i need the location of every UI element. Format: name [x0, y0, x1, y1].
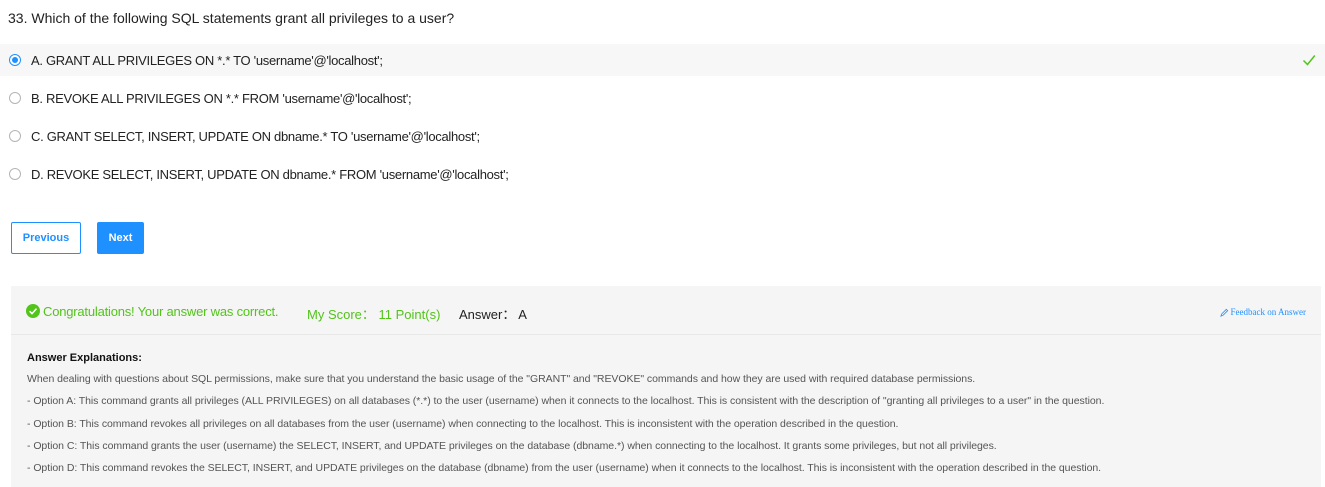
- option-c[interactable]: C. GRANT SELECT, INSERT, UPDATE ON dbnam…: [0, 120, 1325, 152]
- feedback-link[interactable]: Feedback on Answer: [1219, 307, 1306, 317]
- score-text: My Score： 11 Point(s): [307, 307, 441, 322]
- option-d[interactable]: D. REVOKE SELECT, INSERT, UPDATE ON dbna…: [0, 158, 1325, 190]
- answer-options: A. GRANT ALL PRIVILEGES ON *.* TO 'usern…: [0, 44, 1325, 196]
- answer-explanations: Answer Explanations: When dealing with q…: [27, 352, 1307, 484]
- option-a-label: A. GRANT ALL PRIVILEGES ON *.* TO 'usern…: [31, 52, 383, 68]
- next-button[interactable]: Next: [97, 222, 144, 254]
- question-text: 33. Which of the following SQL statement…: [8, 10, 455, 26]
- checkmark-icon: [1302, 55, 1316, 66]
- congrats-message: Congratulations! Your answer was correct…: [43, 304, 279, 319]
- explanation-line: When dealing with questions about SQL pe…: [27, 373, 976, 385]
- feedback-label: Feedback on Answer: [1230, 307, 1306, 317]
- radio-option-b[interactable]: [9, 92, 21, 104]
- correct-answer-text: Answer： A: [459, 307, 527, 322]
- radio-option-c[interactable]: [9, 130, 21, 142]
- result-panel: Congratulations! Your answer was correct…: [11, 286, 1321, 487]
- radio-option-d[interactable]: [9, 168, 21, 180]
- option-a[interactable]: A. GRANT ALL PRIVILEGES ON *.* TO 'usern…: [0, 44, 1325, 76]
- check-circle-icon: [26, 304, 40, 318]
- quiz-page: 33. Which of the following SQL statement…: [0, 0, 1325, 487]
- explanation-line: - Option D: This command revokes the SEL…: [27, 462, 1102, 475]
- option-d-label: D. REVOKE SELECT, INSERT, UPDATE ON dbna…: [31, 166, 509, 182]
- result-header: Congratulations! Your answer was correct…: [11, 286, 1321, 335]
- explanation-line: - Option A: This command grants all priv…: [27, 395, 1105, 408]
- option-b[interactable]: B. REVOKE ALL PRIVILEGES ON *.* FROM 'us…: [0, 82, 1325, 114]
- radio-option-a[interactable]: [9, 54, 21, 66]
- edit-icon: [1219, 308, 1228, 317]
- previous-button[interactable]: Previous: [11, 222, 81, 254]
- option-b-label: B. REVOKE ALL PRIVILEGES ON *.* FROM 'us…: [31, 90, 412, 106]
- option-c-label: C. GRANT SELECT, INSERT, UPDATE ON dbnam…: [31, 128, 480, 144]
- explanations-title: Answer Explanations:: [27, 352, 142, 364]
- explanation-line: - Option B: This command revokes all pri…: [27, 417, 899, 430]
- explanation-line: - Option C: This command grants the user…: [27, 439, 997, 452]
